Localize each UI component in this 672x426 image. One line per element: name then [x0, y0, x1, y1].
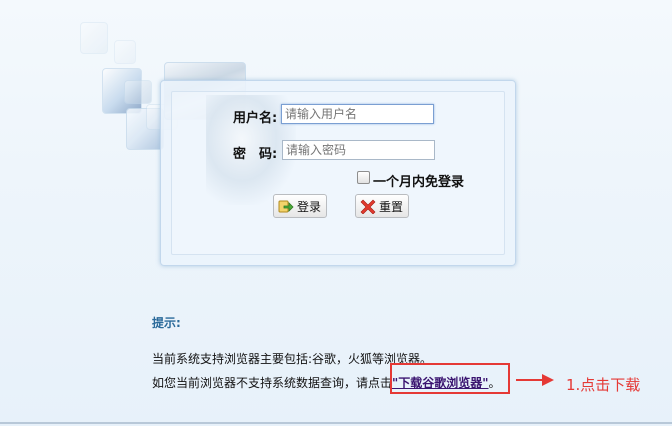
decorative-tile: [80, 22, 108, 54]
remember-label: 一个月内免登录: [373, 175, 465, 190]
login-panel: 用户名: 密 码: 一个月内免登录 登录 重置: [160, 80, 516, 266]
tips-title: 提示:: [152, 316, 181, 330]
login-button-label: 登录: [297, 199, 322, 214]
username-label: 用户名:: [233, 111, 278, 126]
password-input[interactable]: [282, 140, 435, 160]
username-input[interactable]: [281, 104, 434, 124]
annotation-text: 1.点击下载: [566, 376, 641, 394]
password-label: 密 码:: [233, 147, 278, 162]
remember-checkbox[interactable]: [357, 171, 370, 184]
highlight-box: [390, 363, 510, 394]
tips-line-2-prefix: 如您当前浏览器不支持系统数据查询，请点击: [152, 376, 393, 390]
login-button[interactable]: 登录: [273, 194, 327, 218]
decorative-tile: [114, 40, 136, 64]
reset-button[interactable]: 重置: [355, 194, 409, 218]
login-arrow-icon: [278, 198, 294, 214]
bottom-border: [0, 422, 672, 424]
decorative-tile: [124, 80, 152, 104]
red-x-icon: [360, 198, 376, 215]
right-arrow-icon: [516, 372, 554, 386]
reset-button-label: 重置: [379, 199, 404, 214]
